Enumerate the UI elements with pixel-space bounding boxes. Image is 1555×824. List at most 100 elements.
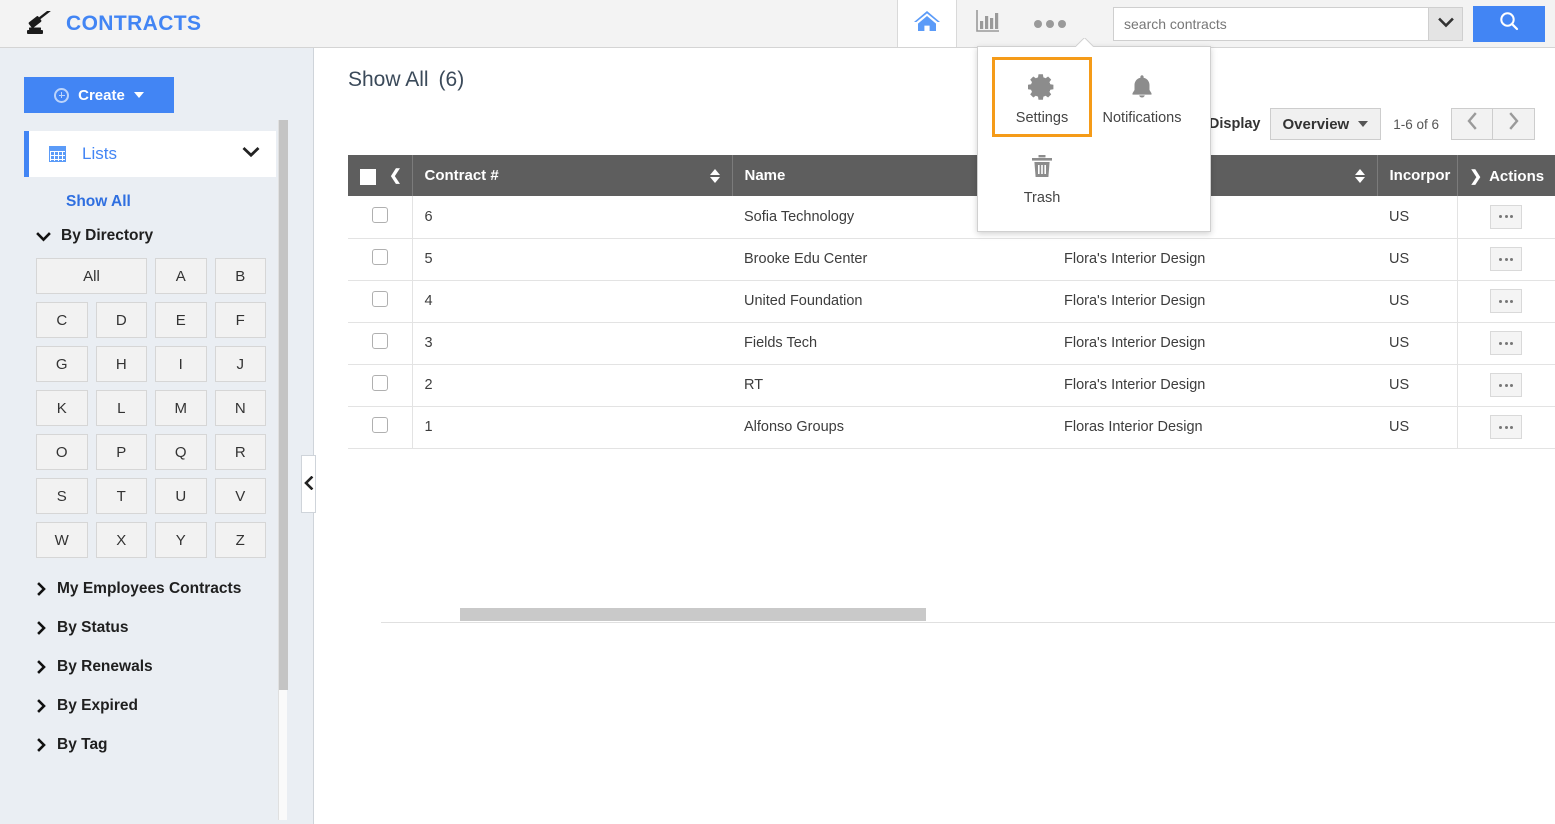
directory-letter-a[interactable]: A bbox=[155, 258, 207, 294]
directory-letter-q[interactable]: Q bbox=[155, 434, 207, 470]
directory-letter-o[interactable]: O bbox=[36, 434, 88, 470]
popup-arrow bbox=[1076, 38, 1094, 47]
directory-letter-m[interactable]: M bbox=[155, 390, 207, 426]
directory-letter-r[interactable]: R bbox=[214, 434, 266, 470]
row-actions-button[interactable] bbox=[1490, 331, 1523, 355]
menu-item-trash[interactable]: Trash bbox=[992, 137, 1092, 217]
directory-letter-v[interactable]: V bbox=[214, 478, 266, 514]
row-checkbox[interactable] bbox=[371, 291, 388, 307]
directory-letter-z[interactable]: Z bbox=[214, 522, 266, 558]
directory-letter-f[interactable]: F bbox=[214, 302, 266, 338]
directory-letter-w[interactable]: W bbox=[36, 522, 88, 558]
sidebar-section-by-directory[interactable]: By Directory bbox=[36, 227, 313, 245]
pagination-prev-button[interactable] bbox=[1451, 108, 1493, 140]
gear-icon bbox=[995, 66, 1089, 108]
row-actions-button[interactable] bbox=[1490, 204, 1523, 229]
table-row[interactable]: 4 United Foundation Flora's Interior Desig… bbox=[348, 280, 1555, 323]
row-checkbox[interactable] bbox=[371, 375, 388, 391]
sidebar-nav-item[interactable]: My Employees Contracts bbox=[36, 580, 313, 598]
sidebar-scrollbar[interactable] bbox=[278, 120, 288, 820]
pagination-next-button[interactable] bbox=[1493, 108, 1535, 140]
chevron-down-icon[interactable] bbox=[242, 145, 260, 163]
reports-button[interactable] bbox=[957, 0, 1019, 47]
row-actions-button[interactable] bbox=[1490, 247, 1523, 271]
search-area bbox=[1113, 5, 1555, 42]
menu-item-notifications[interactable]: Notifications bbox=[1092, 57, 1192, 137]
sidebar-collapse-handle[interactable] bbox=[301, 455, 316, 513]
directory-letter-t[interactable]: T bbox=[95, 478, 147, 514]
directory-letter-j[interactable]: J bbox=[214, 346, 266, 382]
sort-arrows-icon[interactable] bbox=[709, 168, 720, 183]
column-header-incorporation[interactable]: Incorpor bbox=[1377, 155, 1458, 196]
popup-menu-items: Settings Notifications Trash bbox=[978, 47, 1210, 223]
sidebar-nav-item-label: By Tag bbox=[57, 736, 108, 753]
table-row[interactable]: 5 Brooke Edu Center Flora's Interior Desig… bbox=[348, 238, 1555, 281]
directory-letter-c[interactable]: C bbox=[36, 302, 88, 338]
search-submit-button[interactable] bbox=[1473, 5, 1545, 42]
directory-letter-i[interactable]: I bbox=[155, 346, 207, 382]
create-button[interactable]: Create bbox=[24, 77, 174, 113]
row-checkbox[interactable] bbox=[371, 249, 388, 265]
search-input[interactable] bbox=[1113, 6, 1429, 41]
home-button[interactable] bbox=[897, 0, 957, 47]
row-checkbox[interactable] bbox=[371, 333, 388, 349]
directory-letter-all[interactable]: All bbox=[36, 258, 147, 294]
directory-letter-h[interactable]: H bbox=[95, 346, 147, 382]
row-actions-cell bbox=[1456, 406, 1555, 449]
directory-letter-s[interactable]: S bbox=[36, 478, 88, 514]
select-all-checkbox[interactable] bbox=[360, 168, 376, 185]
sort-arrows-icon[interactable] bbox=[1354, 168, 1365, 183]
sidebar-nav-item[interactable]: By Renewals bbox=[36, 658, 313, 676]
directory-letter-l[interactable]: L bbox=[95, 390, 147, 426]
directory-letter-g[interactable]: G bbox=[36, 346, 88, 382]
directory-letter-p[interactable]: P bbox=[95, 434, 147, 470]
column-header-contract-number[interactable]: Contract # bbox=[412, 155, 733, 196]
app-brand[interactable]: CONTRACTS bbox=[0, 0, 201, 48]
table-row[interactable]: 2 RT Flora's Interior Design US bbox=[348, 364, 1555, 407]
table-header-row: ❮ Contract # Name Incorpor ❯ Actions bbox=[348, 155, 1555, 196]
directory-letter-b[interactable]: B bbox=[214, 258, 266, 294]
sidebar-item-lists[interactable]: Lists bbox=[24, 131, 276, 177]
table-row[interactable]: 6 Sofia Technology US bbox=[348, 196, 1555, 239]
search-scope-dropdown[interactable] bbox=[1429, 6, 1463, 41]
sidebar-scrollbar-thumb[interactable] bbox=[279, 120, 288, 690]
row-actions-button[interactable] bbox=[1490, 373, 1523, 397]
cell-company: Flora's Interior Design bbox=[1052, 322, 1377, 365]
directory-letter-y[interactable]: Y bbox=[155, 522, 207, 558]
sidebar-nav-item[interactable]: By Tag bbox=[36, 736, 313, 754]
directory-letter-x[interactable]: X bbox=[95, 522, 147, 558]
column-header-label: Actions bbox=[1489, 167, 1545, 185]
table-row[interactable]: 3 Fields Tech Flora's Interior Design US bbox=[348, 322, 1555, 365]
sidebar-link-show-all[interactable]: Show All bbox=[66, 193, 131, 211]
contracts-table: ❮ Contract # Name Incorpor ❯ Actions 6 S… bbox=[348, 155, 1555, 449]
table-horizontal-scrollbar-thumb[interactable] bbox=[460, 608, 926, 621]
row-checkbox[interactable] bbox=[371, 417, 388, 433]
directory-letter-d[interactable]: D bbox=[95, 302, 147, 338]
chevron-left-icon[interactable]: ❮ bbox=[389, 167, 402, 184]
sidebar-nav-item[interactable]: By Status bbox=[36, 619, 313, 637]
sidebar-section-label: By Directory bbox=[61, 227, 154, 244]
cell-contract-number: 5 bbox=[412, 238, 732, 281]
display-mode-select[interactable]: Overview bbox=[1269, 108, 1382, 140]
cell-company: Flora's Interior Design bbox=[1052, 238, 1377, 281]
row-checkbox[interactable] bbox=[371, 206, 388, 223]
row-actions-button[interactable] bbox=[1490, 415, 1523, 439]
row-actions-button[interactable] bbox=[1490, 289, 1523, 313]
directory-letter-k[interactable]: K bbox=[36, 390, 88, 426]
cell-contract-number: 6 bbox=[412, 196, 732, 239]
row-select-cell bbox=[348, 238, 413, 281]
directory-letter-e[interactable]: E bbox=[155, 302, 207, 338]
more-menu-button[interactable] bbox=[1019, 0, 1081, 47]
cell-incorporation: US bbox=[1377, 364, 1457, 407]
chevron-right-icon[interactable]: ❯ bbox=[1470, 168, 1483, 185]
sidebar-nav-list: My Employees Contracts By Status By Renewa… bbox=[0, 580, 313, 754]
directory-letter-n[interactable]: N bbox=[214, 390, 266, 426]
cell-company: Floras Interior Design bbox=[1052, 406, 1377, 449]
table-row[interactable]: 1 Alfonso Groups Floras Interior Design US bbox=[348, 406, 1555, 449]
table-horizontal-scrollbar[interactable] bbox=[381, 607, 1555, 623]
directory-letter-u[interactable]: U bbox=[155, 478, 207, 514]
table-head: ❮ Contract # Name Incorpor ❯ Actions bbox=[348, 155, 1555, 196]
sidebar: Create Lists Show All By Directory All A B… bbox=[0, 48, 314, 824]
sidebar-nav-item[interactable]: By Expired bbox=[36, 697, 313, 715]
menu-item-settings[interactable]: Settings bbox=[992, 57, 1092, 137]
